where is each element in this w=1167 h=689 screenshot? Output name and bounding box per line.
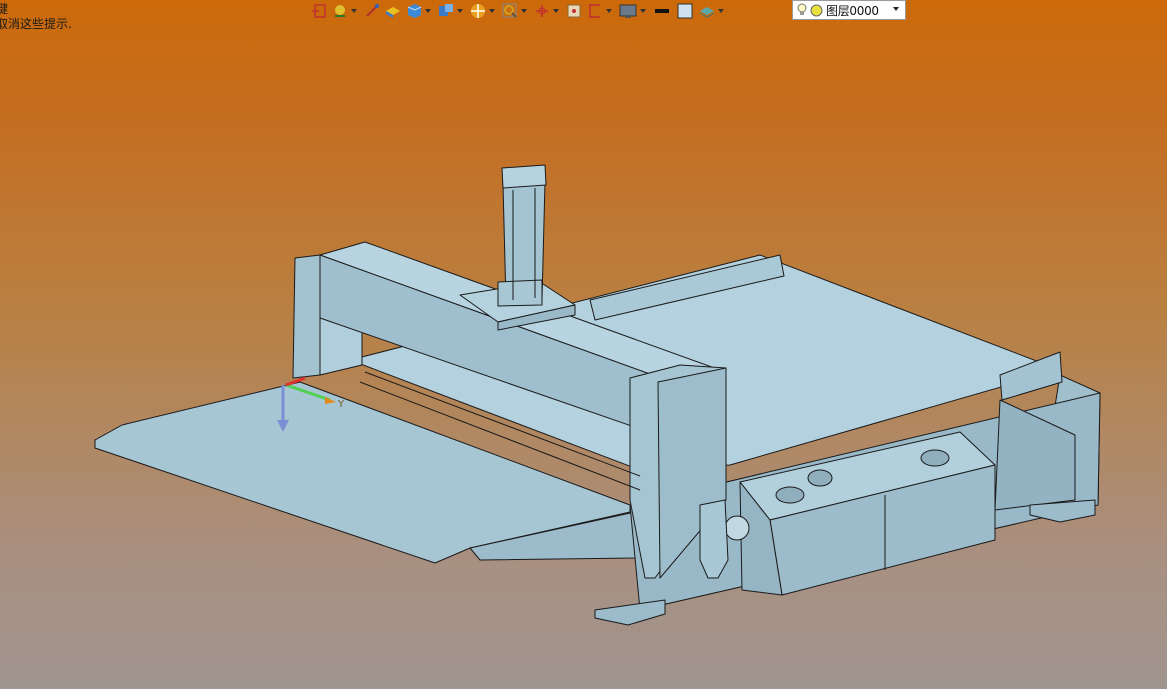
layer-visibility-icon [810, 4, 823, 16]
graphics-viewport[interactable]: 键 取消这些提示. Y 图层0000 [0, 0, 1167, 689]
monitor-display-button[interactable] [618, 1, 649, 21]
layer-select-value: 图层0000 [826, 3, 879, 18]
front-foot [594, 599, 666, 626]
view-orientation-button[interactable] [565, 1, 583, 21]
coordinate-triad-toolbar-icon [536, 4, 548, 17]
smart-dimension-icon [366, 3, 379, 17]
reference-geometry-icon [439, 3, 453, 16]
reference-geometry-button[interactable] [437, 1, 466, 21]
display-style-icon [589, 3, 600, 18]
exit-sketch-icon [312, 3, 326, 18]
heads-up-view-toolbar [310, 0, 727, 21]
coordinate-triad-button[interactable] [533, 1, 562, 21]
line-color-icon [655, 8, 669, 13]
lightbulb-icon [797, 3, 807, 15]
triad-y-label: Y [337, 399, 345, 410]
zoom-icon [502, 3, 517, 18]
cad-model[interactable]: Y [0, 0, 1167, 689]
layer-select[interactable]: 图层0000 [792, 0, 906, 20]
filter-regulator [699, 499, 729, 579]
monitor-display-icon [619, 4, 637, 18]
section-view-icon [471, 3, 485, 18]
view-orientation-icon [567, 4, 581, 17]
line-color-button[interactable] [652, 1, 672, 21]
cylinder-cap [501, 164, 547, 189]
display-style-button[interactable] [586, 1, 615, 21]
extrude-button[interactable] [384, 1, 402, 21]
exit-sketch-button[interactable] [310, 1, 328, 21]
section-view-button[interactable] [469, 1, 498, 21]
chevron-down-icon [893, 7, 899, 11]
zoom-button[interactable] [501, 1, 530, 21]
layer-properties-button[interactable] [698, 1, 727, 21]
face-color-icon [677, 3, 693, 18]
solid-features-button[interactable] [405, 1, 434, 21]
sketch-tools-button[interactable] [331, 1, 360, 21]
smart-dimension-button[interactable] [363, 1, 381, 21]
sketch-tools-icon [335, 4, 345, 17]
face-color-button[interactable] [675, 1, 695, 21]
layer-properties-icon [699, 6, 715, 18]
gantry-left-column [292, 254, 321, 379]
solid-features-icon [407, 3, 422, 18]
extrude-icon [386, 6, 400, 18]
